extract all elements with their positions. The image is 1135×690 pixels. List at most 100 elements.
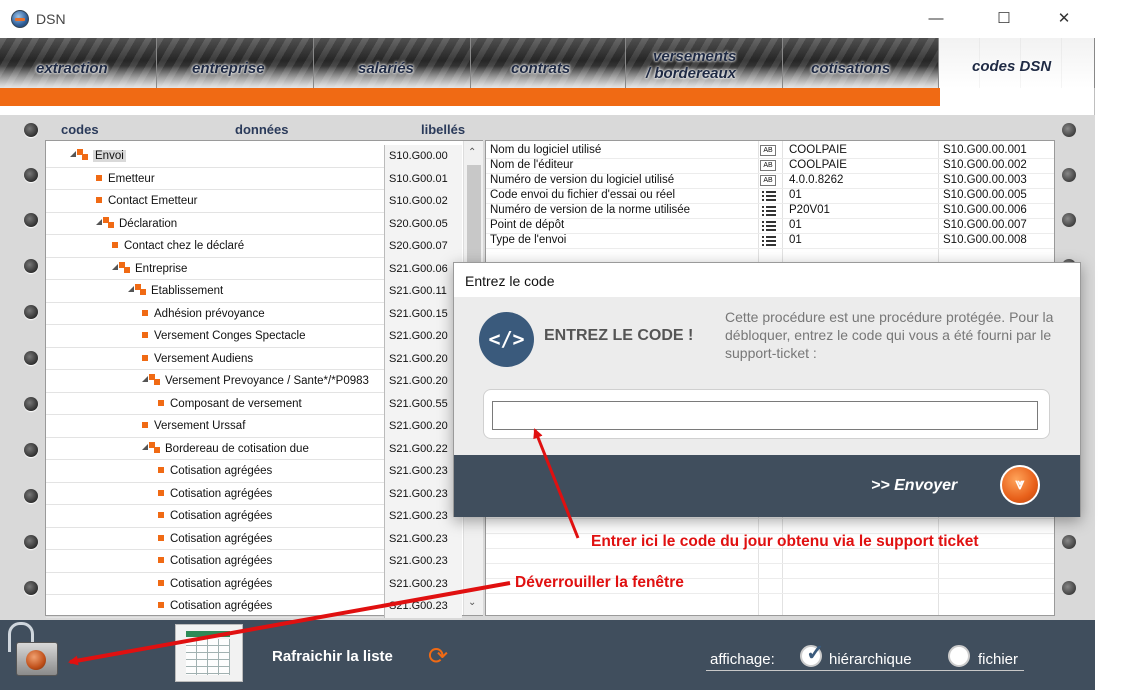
sheet-header [186, 631, 230, 637]
tab-codes-dsn[interactable]: codes DSN [939, 38, 1095, 88]
property-row[interactable]: Type de l'envoi 01 S10.G00.00.008 [486, 233, 1054, 248]
tree-item[interactable]: Contact Emetteur S10.G00.02 [46, 190, 462, 213]
tree-item-code: S21.G00.15 [384, 302, 462, 325]
tree-item[interactable]: Cotisation agrégées S21.G00.23 [46, 482, 462, 505]
tree-item[interactable]: Composant de versement S21.G00.55 [46, 392, 462, 415]
tree-item-label: Adhésion prévoyance [142, 303, 265, 325]
tree-item[interactable]: Cotisation agrégées S21.G00.23 [46, 595, 462, 618]
column-header-codes: codes [61, 122, 99, 137]
tree-item-label: Contact chez le déclaré [112, 235, 244, 257]
tree-item[interactable]: Versement Urssaf S21.G00.20 [46, 415, 462, 438]
property-value: 01 [789, 219, 802, 231]
expand-arrow-icon[interactable] [128, 286, 134, 292]
unlock-padlock-icon[interactable] [6, 622, 62, 680]
maximize-button[interactable]: ☐ [981, 4, 1027, 34]
annotation-code-hint: Entrer ici le code du jour obtenu via le… [591, 533, 979, 550]
binder-ring [1062, 213, 1076, 227]
dialog-message: Cette procédure est une procédure protég… [725, 309, 1054, 361]
leaf-node-icon [96, 197, 102, 203]
tree-item[interactable]: Versement Audiens S21.G00.20 [46, 347, 462, 370]
tree-item-code: S21.G00.23 [384, 482, 462, 505]
expand-arrow-icon[interactable] [142, 376, 148, 382]
refresh-icon[interactable]: ⟳ [428, 642, 448, 671]
app-logo-icon [11, 10, 29, 28]
tree-item[interactable]: Cotisation agrégées S21.G00.23 [46, 527, 462, 550]
tree-item[interactable]: Emetteur S10.G00.01 [46, 167, 462, 190]
expand-arrow-icon[interactable] [142, 443, 148, 450]
tree-item[interactable]: Etablissement S21.G00.11 [46, 280, 462, 303]
tree-item[interactable]: Cotisation agrégées S21.G00.23 [46, 505, 462, 528]
tree-item[interactable]: Déclaration S20.G00.05 [46, 212, 462, 235]
tab-contrats[interactable]: contrats [471, 38, 626, 88]
tree-item[interactable]: Cotisation agrégées S21.G00.23 [46, 572, 462, 595]
property-name: Numéro de version de la norme utilisée [490, 204, 691, 216]
property-row[interactable]: Nom de l'éditeur AB COOLPAIE S10.G00.00.002 [486, 158, 1054, 173]
code-input[interactable] [492, 401, 1038, 430]
tree-item[interactable]: Cotisation agrégées S21.G00.23 [46, 460, 462, 483]
leaf-node-icon [158, 557, 164, 563]
tree-item[interactable]: Cotisation agrégées S21.G00.23 [46, 550, 462, 573]
tree-item-text: Adhésion prévoyance [154, 307, 265, 320]
tree-item-code: S21.G00.23 [384, 595, 462, 618]
tab-cotisations[interactable]: cotisations [783, 38, 939, 88]
tree-item[interactable]: Versement Prevoyance / Sante*/*P0983 S21.… [46, 370, 462, 393]
binder-ring [24, 489, 38, 503]
property-row[interactable]: Code envoi du fichier d'essai ou réel 01 S… [486, 188, 1054, 203]
send-button[interactable]: ⩔ [1000, 465, 1040, 505]
property-row[interactable]: Point de dépôt 01 S10.G00.00.007 [486, 218, 1054, 233]
tab-entreprise[interactable]: entreprise [157, 38, 314, 88]
tree-item-code: S21.G00.22 [384, 437, 462, 460]
tree-item-text: Contact chez le déclaré [124, 240, 245, 252]
spreadsheet-export-icon[interactable] [175, 624, 243, 682]
property-code: S10.G00.00.001 [943, 144, 1027, 156]
text-type-icon: AB [760, 145, 776, 156]
property-value: 01 [789, 189, 802, 201]
radio-fichier[interactable] [948, 645, 970, 667]
option-hierarchique-label[interactable]: hiérarchique [829, 651, 912, 668]
leaf-node-icon [142, 332, 148, 338]
tab-salaries[interactable]: salariés [314, 38, 471, 88]
tree-item-text: Cotisation agrégées [170, 600, 273, 612]
list-type-icon [762, 206, 776, 216]
close-button[interactable]: ✕ [1041, 4, 1087, 34]
tab-extraction[interactable]: extraction [0, 38, 157, 88]
tree-item[interactable]: Adhésion prévoyance S21.G00.15 [46, 302, 462, 325]
tree-item[interactable]: Contact chez le déclaré S20.G00.07 [46, 235, 462, 258]
tree-item[interactable]: Bordereau de cotisation due S21.G00.22 [46, 437, 462, 460]
send-label[interactable]: >> Envoyer [871, 477, 957, 495]
binder-ring [1062, 535, 1076, 549]
minimize-button[interactable]: — [913, 4, 959, 34]
tree-item[interactable]: Versement Conges Spectacle S21.G00.20 [46, 325, 462, 348]
expand-arrow-icon[interactable] [112, 263, 118, 270]
leaf-node-icon [158, 602, 164, 608]
tree-item[interactable]: Envoi S10.G00.00 [46, 145, 462, 168]
folder-node-icon [149, 374, 160, 385]
scroll-up-icon[interactable]: ⌃ [468, 147, 476, 158]
leaf-node-icon [158, 579, 164, 586]
sheet-cells [186, 639, 230, 675]
binder-ring [24, 351, 38, 365]
expand-arrow-icon[interactable] [70, 151, 76, 157]
property-row[interactable]: Nom du logiciel utilisé AB COOLPAIE S10.G00… [486, 143, 1054, 158]
column-header-libelles: libellés [421, 122, 466, 137]
property-row[interactable]: Numéro de version du logiciel utilisé AB 4… [486, 173, 1054, 188]
refresh-list-button[interactable]: Rafraichir la liste [272, 648, 393, 665]
tree-item-label: Composant de versement [158, 393, 302, 415]
tree-item-label: Cotisation agrégées [158, 550, 272, 572]
expand-arrow-icon[interactable] [96, 218, 102, 225]
tree-item-code: S21.G00.23 [384, 572, 462, 595]
tab-versements-bordereaux[interactable]: versements / bordereaux [626, 38, 783, 88]
tree-item-text: Cotisation agrégées [170, 577, 273, 590]
option-fichier-label[interactable]: fichier [978, 651, 1018, 668]
affichage-underline [706, 670, 1024, 671]
tree-item-code: S21.G00.23 [384, 527, 462, 550]
tree-item-label: Bordereau de cotisation due [142, 438, 309, 460]
tree-item-code: S21.G00.11 [384, 280, 462, 303]
scroll-down-icon[interactable]: ⌄ [468, 597, 476, 608]
leaf-node-icon [158, 512, 164, 518]
tree-item-code: S21.G00.55 [384, 392, 462, 415]
property-row[interactable]: Numéro de version de la norme utilisée P2… [486, 203, 1054, 218]
property-code: S10.G00.00.005 [943, 189, 1027, 201]
tree-item[interactable]: Entreprise S21.G00.06 [46, 257, 462, 280]
window-title: DSN [36, 11, 66, 27]
